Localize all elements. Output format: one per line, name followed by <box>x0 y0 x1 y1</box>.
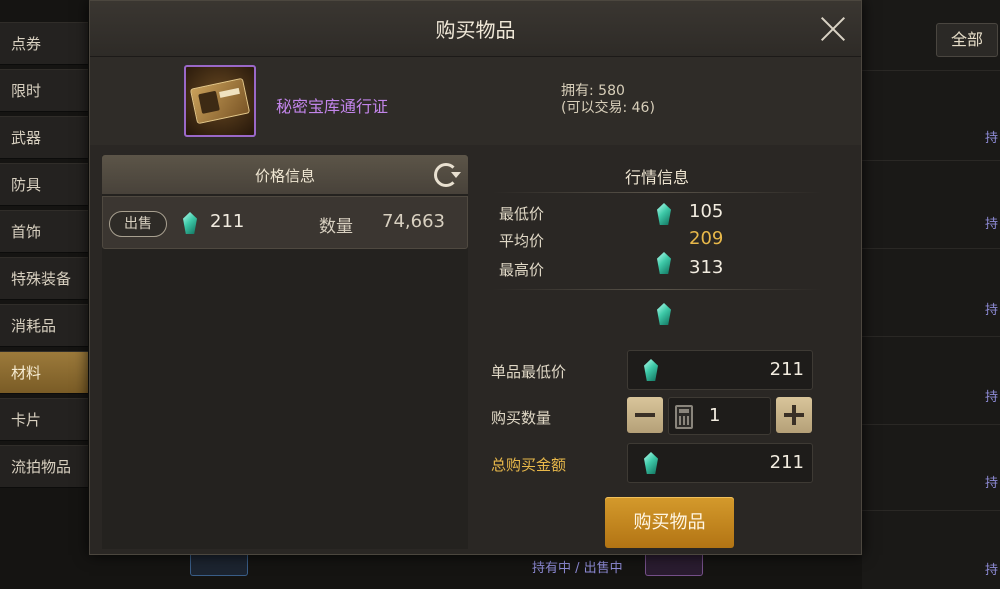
vault-pass-icon <box>184 65 256 137</box>
game-screen: 点券 限时 武器 防具 首饰 特殊装备 消耗品 材料 卡片 流拍物品 全部 持 … <box>0 0 1000 589</box>
quantity-value[interactable]: 1 <box>709 405 720 426</box>
sidebar-item-card[interactable]: 卡片 <box>0 398 88 441</box>
quantity-label: 数量 <box>319 217 353 237</box>
listing-row[interactable]: 持 <box>862 424 1000 492</box>
sidebar-item-armor[interactable]: 防具 <box>0 163 88 206</box>
hold-status: 持 <box>984 390 998 405</box>
dialog-header: 购买物品 <box>90 1 861 57</box>
hold-status: 持 <box>984 217 998 232</box>
increase-quantity-button[interactable] <box>776 397 812 433</box>
buy-item-button[interactable]: 购买物品 <box>605 497 734 548</box>
max-price-value: 313 <box>689 257 724 278</box>
quantity-label: 购买数量 <box>491 409 552 427</box>
total-price-field: 211 <box>627 443 813 483</box>
listing-quantity: 74,663 <box>382 211 445 232</box>
sidebar-item-limited[interactable]: 限时 <box>0 69 88 112</box>
total-price-value: 211 <box>769 452 804 473</box>
gem-currency-icon <box>655 303 673 325</box>
category-sidebar: 点券 限时 武器 防具 首饰 特殊装备 消耗品 材料 卡片 流拍物品 <box>0 22 88 492</box>
min-price-label: 最低价 <box>499 205 545 223</box>
max-price-label: 最高价 <box>499 261 545 279</box>
price-info-panel: 价格信息 出售 211 数量 74,663 <box>102 155 468 249</box>
market-info-title: 行情信息 <box>624 168 689 187</box>
buy-item-dialog: 购买物品 秘密宝库通行证 拥有: 580 (可以交易: 46) 价格信息 出售 … <box>89 0 862 555</box>
listing-row[interactable]: 持 <box>862 336 1000 405</box>
sidebar-item-accessory[interactable]: 首饰 <box>0 210 88 253</box>
decrease-quantity-button[interactable] <box>627 397 663 433</box>
sidebar-item-special-equipment[interactable]: 特殊装备 <box>0 257 88 300</box>
divider <box>492 289 822 290</box>
sidebar-item-coupon[interactable]: 点券 <box>0 22 88 65</box>
sidebar-item-unsold[interactable]: 流拍物品 <box>0 445 88 488</box>
hold-status: 持 <box>984 476 998 491</box>
owned-total: 拥有: 580 <box>561 83 625 99</box>
listing-row[interactable]: 持 <box>862 70 1000 146</box>
price-info-header: 价格信息 <box>102 155 468 194</box>
sidebar-item-material[interactable]: 材料 <box>0 351 88 394</box>
tradable-count: (可以交易: 46) <box>561 100 655 116</box>
close-icon[interactable] <box>819 15 847 43</box>
hold-status: 持 <box>984 131 998 146</box>
item-summary: 秘密宝库通行证 拥有: 580 (可以交易: 46) <box>90 57 861 145</box>
min-price-value: 105 <box>689 201 724 222</box>
listing-row[interactable]: 持 <box>862 248 1000 318</box>
gem-currency-icon <box>181 212 199 234</box>
sell-badge: 出售 <box>109 211 167 237</box>
quantity-input[interactable]: 1 <box>668 397 771 435</box>
avg-price-label: 平均价 <box>499 232 545 250</box>
listing-row[interactable]: 持 <box>862 510 1000 578</box>
price-info-title: 价格信息 <box>254 167 315 185</box>
unit-price-label: 单品最低价 <box>491 363 567 381</box>
gem-currency-icon <box>655 252 673 274</box>
listing-row[interactable]: 持 <box>862 160 1000 232</box>
refresh-icon[interactable] <box>434 163 461 187</box>
dialog-title: 购买物品 <box>435 18 516 42</box>
filter-all-button[interactable]: 全部 <box>936 23 998 57</box>
total-price-label: 总购买金额 <box>491 456 567 474</box>
gem-currency-icon <box>642 359 660 381</box>
calculator-icon[interactable] <box>675 405 693 429</box>
hold-status: 持 <box>984 563 998 578</box>
avg-price-value: 209 <box>689 228 724 249</box>
market-info-panel: 行情信息 最低价 105 平均价 209 最高价 313 <box>492 157 822 291</box>
listing-price: 211 <box>210 211 245 232</box>
item-name: 秘密宝库通行证 <box>276 97 389 116</box>
sidebar-item-weapon[interactable]: 武器 <box>0 116 88 159</box>
gem-currency-icon <box>642 452 660 474</box>
divider <box>492 192 822 193</box>
hold-status: 持 <box>984 303 998 318</box>
hold-sell-status: 持有中 / 出售中 <box>532 561 623 576</box>
sidebar-item-consumable[interactable]: 消耗品 <box>0 304 88 347</box>
unit-price-value: 211 <box>769 359 804 380</box>
owned-count: 拥有: 580 (可以交易: 46) <box>561 83 655 117</box>
unit-price-field: 211 <box>627 350 813 390</box>
gem-currency-icon <box>655 203 673 225</box>
price-listing-row[interactable]: 出售 211 数量 74,663 <box>102 196 468 249</box>
